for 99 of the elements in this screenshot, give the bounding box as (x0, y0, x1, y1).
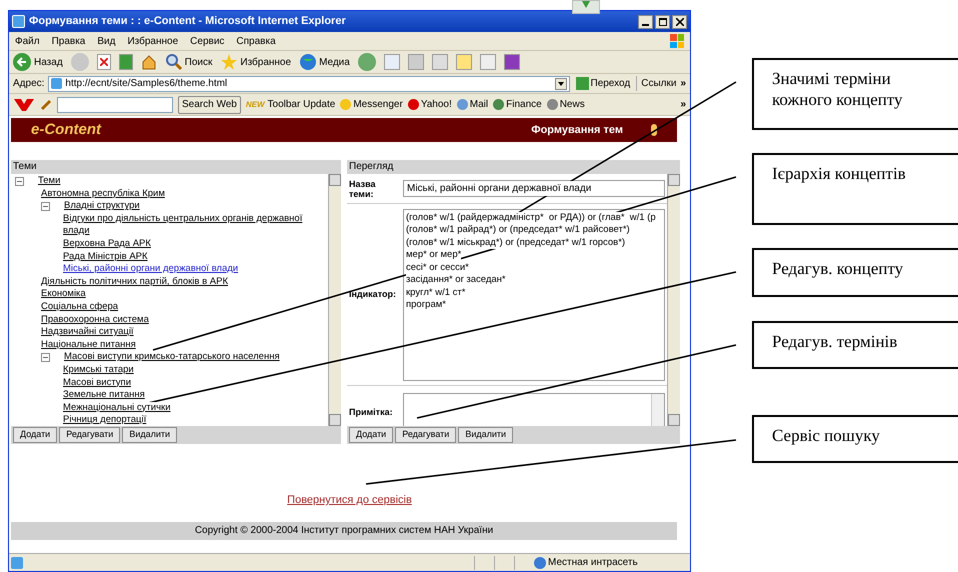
window-title: Формування теми : : e-Content - Microsoft Internet Explorer (29, 14, 346, 30)
menu-item[interactable]: Сервис (190, 34, 224, 48)
minimize-button[interactable] (638, 14, 653, 28)
refresh-button[interactable] (118, 54, 133, 70)
collapse-icon[interactable] (41, 202, 50, 212)
go-button[interactable]: Переход (574, 76, 632, 91)
panel-header: Перегляд (347, 160, 680, 174)
magnifier-icon (164, 53, 183, 71)
callout-text: Редагув. термінів (772, 331, 898, 352)
history-button[interactable] (358, 53, 376, 71)
search-web-button[interactable]: Search Web (178, 96, 241, 114)
close-button[interactable] (672, 14, 687, 28)
callout-text: Сервіс пошуку (772, 425, 881, 446)
tree-item-link[interactable]: Річниця депортації (63, 414, 146, 426)
item-icon (408, 99, 419, 110)
tree-item-link[interactable]: Теми (38, 175, 60, 188)
more-label[interactable]: » (680, 76, 686, 91)
toolbar-button[interactable]: Поиск (164, 53, 212, 71)
address-label: Адрес: (13, 77, 44, 91)
field-label: Назва теми: (349, 178, 377, 198)
close-icon (676, 18, 684, 26)
copyright-text: Copyright © 2000-2004 Інститут програмних систем НАН України (194, 524, 494, 538)
toolbar-button[interactable]: Избранное (220, 53, 292, 71)
panel-button[interactable]: Редагувати (59, 427, 120, 443)
collapse-icon[interactable] (15, 177, 24, 186)
address-field[interactable]: http://ecnt/site/Samples6/theme.html (48, 76, 570, 92)
tree-item-link[interactable]: Національне питання (41, 338, 136, 352)
tree-item-link[interactable]: Масові виступи (63, 376, 132, 390)
more-label[interactable]: » (680, 97, 686, 112)
page-icon (51, 78, 62, 89)
tree-item-link[interactable]: Економіка (41, 288, 86, 301)
toolbar-item[interactable]: News (546, 97, 585, 112)
panel-button[interactable]: Видалити (122, 427, 178, 443)
item-icon (456, 99, 468, 110)
toolbar-item[interactable]: Yahoo! (408, 97, 452, 112)
panel-button[interactable]: Додати (349, 427, 394, 443)
toolbar-item[interactable]: Messenger (340, 97, 403, 112)
star-icon (220, 53, 238, 71)
item-icon (546, 99, 558, 110)
note-button[interactable] (456, 54, 472, 70)
menu-item[interactable]: Вид (97, 34, 116, 48)
update-label: Toolbar Update (268, 98, 336, 112)
stop-button[interactable] (96, 54, 111, 70)
toolbar-item[interactable]: Finance (493, 97, 542, 112)
field-label: Примітка: (349, 406, 394, 420)
intranet-icon (534, 556, 546, 568)
panel-header: Теми (11, 160, 341, 174)
new-label: NEW (246, 98, 265, 110)
panel-button[interactable]: Додати (13, 427, 58, 443)
input-field[interactable]: Міські, районні органи державної влади (403, 180, 665, 197)
tree-item-link[interactable]: Верховна Рада АРК (63, 238, 151, 251)
home-button[interactable] (140, 54, 157, 70)
back-button[interactable]: Назад (13, 53, 63, 71)
windows-logo-icon (670, 34, 684, 48)
text-area[interactable]: (голов* w/1 (райдержадміністр* or РДА)) or (глав* w/1 (р (голов* w/1 райрад*) or (председат* w/1 райсовет*) (голов* w/1 міськрад*) or (председат* w/1 горсов*) мер* or мер* сесі* or сесси* засідання* or заседан* кругл* w/1 ст* програм* (403, 208, 665, 380)
scrollbar[interactable] (328, 174, 341, 426)
tree-item-link[interactable]: Межнаціональні сутички (63, 402, 171, 414)
callout-text: Ієрархія концептів (772, 163, 907, 184)
menu-item[interactable]: Справка (236, 34, 276, 48)
panel-button[interactable]: Редагувати (395, 427, 456, 443)
callout-text: Значимі терміни кожного концепту (772, 68, 904, 110)
site-logo: e-Content (31, 120, 101, 140)
scrollbar[interactable] (667, 174, 680, 426)
menu-item[interactable]: Правка (52, 34, 86, 48)
page-icon (11, 556, 23, 568)
field-label: Індикатор: (349, 288, 397, 301)
tree-item-link[interactable]: Владні структури (64, 200, 140, 213)
callout-text: Редагув. концепту (772, 258, 904, 279)
minimize-icon (642, 24, 649, 26)
maximize-icon (658, 18, 666, 26)
browser-icon (12, 15, 25, 28)
tree-item-link[interactable]: Масові виступи кримсько-татарського населення (64, 351, 280, 364)
menu-item[interactable]: Файл (15, 34, 40, 48)
tree-item-link[interactable]: Земельне питання (63, 389, 145, 402)
back-link[interactable]: Повернутися до сервісів (287, 492, 412, 508)
search-field[interactable] (57, 96, 173, 112)
site-title: Формування тем (531, 122, 623, 138)
maximize-button[interactable] (655, 14, 670, 28)
item-icon (493, 99, 504, 110)
tree-item-link[interactable]: Надзвичайні ситуації (41, 326, 134, 339)
panel-button[interactable]: Видалити (458, 427, 514, 443)
globe-icon (299, 53, 318, 71)
tree-item-link[interactable]: Діяльність політичних партій, блоків в АРК (41, 276, 228, 288)
toolbar-item[interactable]: Mail (456, 97, 488, 112)
tree-item-link[interactable]: Соціальна сфера (41, 300, 118, 314)
pencil-icon[interactable] (40, 98, 52, 110)
links-label[interactable]: Ссылки (636, 76, 676, 91)
menu-item[interactable]: Избранное (127, 34, 178, 48)
item-icon (340, 99, 352, 110)
tree-item-link[interactable]: Рада Міністрів АРК (63, 250, 148, 264)
tree-item-link[interactable]: Автономна республіка Крим (41, 188, 165, 200)
cross-icon (100, 58, 108, 66)
toolbar-update-button[interactable]: NEW Toolbar Update (246, 97, 336, 112)
collapse-icon[interactable] (41, 353, 50, 362)
tree-item-link[interactable]: Кримські татари (63, 364, 134, 376)
tree-item-link[interactable]: Міські, районні органи державної влади (63, 263, 238, 276)
toolbar-button[interactable]: Медиа (299, 53, 350, 71)
tree-item-link[interactable]: Правоохоронна система (41, 314, 149, 326)
zone-label: Местная интрасеть (548, 556, 639, 570)
